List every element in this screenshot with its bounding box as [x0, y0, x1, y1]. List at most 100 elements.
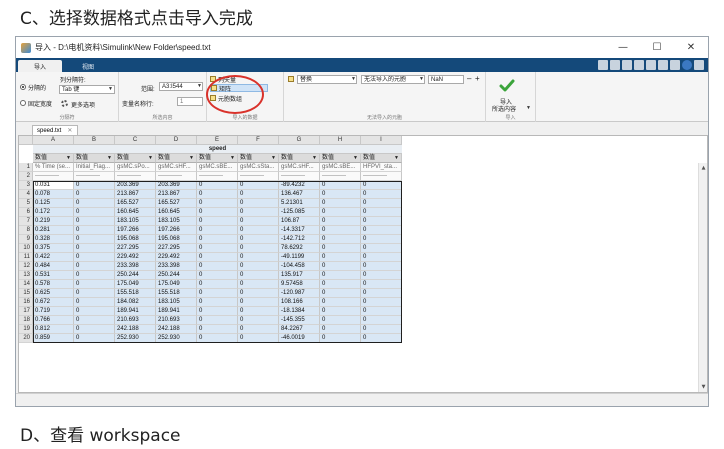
- table-cell[interactable]: 0.375: [33, 244, 74, 253]
- redo-icon[interactable]: [658, 60, 668, 70]
- table-cell[interactable]: 250.244: [115, 271, 156, 280]
- table-cell[interactable]: 0.625: [33, 289, 74, 298]
- row-number[interactable]: 5: [19, 199, 33, 208]
- table-cell[interactable]: 78.6292: [279, 244, 320, 253]
- unimportable-dropdown[interactable]: 无法导入的元胞: [361, 75, 425, 84]
- row-number[interactable]: 2: [19, 172, 33, 181]
- table-cell[interactable]: 0: [361, 271, 402, 280]
- table-cell[interactable]: 0: [238, 280, 279, 289]
- table-cell[interactable]: 203.369: [156, 181, 197, 190]
- replace-with-input[interactable]: NaN: [428, 75, 464, 84]
- table-cell[interactable]: 0: [74, 298, 115, 307]
- table-cell[interactable]: 0: [74, 244, 115, 253]
- table-cell[interactable]: 0: [197, 271, 238, 280]
- table-cell[interactable]: 0: [74, 280, 115, 289]
- table-cell[interactable]: 0: [320, 235, 361, 244]
- table-cell[interactable]: -46.0019: [279, 334, 320, 343]
- table-cell[interactable]: 0: [197, 217, 238, 226]
- table-cell[interactable]: ------------: [361, 172, 402, 181]
- maximize-button[interactable]: ☐: [640, 37, 674, 58]
- table-cell[interactable]: 84.2267: [279, 325, 320, 334]
- table-cell[interactable]: 0: [361, 190, 402, 199]
- table-cell[interactable]: 197.266: [156, 226, 197, 235]
- table-cell[interactable]: 0.812: [33, 325, 74, 334]
- close-button[interactable]: ✕: [674, 37, 708, 58]
- table-cell[interactable]: 0.172: [33, 208, 74, 217]
- table-cell[interactable]: 0.422: [33, 253, 74, 262]
- table-cell[interactable]: 0: [238, 199, 279, 208]
- table-cell[interactable]: 108.166: [279, 298, 320, 307]
- table-cell[interactable]: 0: [197, 316, 238, 325]
- table-cell[interactable]: 227.295: [156, 244, 197, 253]
- add-rule-button[interactable]: +: [475, 74, 480, 83]
- table-cell[interactable]: Initial_Flag...: [74, 163, 115, 172]
- row-number[interactable]: 7: [19, 217, 33, 226]
- table-cell[interactable]: 0: [320, 190, 361, 199]
- paste-icon[interactable]: [634, 60, 644, 70]
- table-cell[interactable]: 0: [74, 307, 115, 316]
- table-cell[interactable]: 0: [74, 181, 115, 190]
- row-number[interactable]: 10: [19, 244, 33, 253]
- table-cell[interactable]: 213.867: [115, 190, 156, 199]
- table-cell[interactable]: ------------: [33, 172, 74, 181]
- table-cell[interactable]: 0: [320, 262, 361, 271]
- table-cell[interactable]: 0: [74, 262, 115, 271]
- column-header[interactable]: I: [361, 136, 402, 145]
- column-type-dropdown[interactable]: 数值 ▼: [361, 154, 402, 163]
- table-cell[interactable]: 0.531: [33, 271, 74, 280]
- table-cell[interactable]: 0.281: [33, 226, 74, 235]
- table-cell[interactable]: 0.719: [33, 307, 74, 316]
- remove-rule-button[interactable]: –: [467, 74, 471, 83]
- table-cell[interactable]: 0: [197, 289, 238, 298]
- fixed-width-radio[interactable]: [20, 100, 26, 106]
- table-cell[interactable]: -125.085: [279, 208, 320, 217]
- row-number[interactable]: 3: [19, 181, 33, 190]
- table-cell[interactable]: 160.645: [156, 208, 197, 217]
- table-cell[interactable]: 250.244: [156, 271, 197, 280]
- table-cell[interactable]: 189.941: [115, 307, 156, 316]
- table-cell[interactable]: 233.398: [156, 262, 197, 271]
- table-cell[interactable]: 233.398: [115, 262, 156, 271]
- table-cell[interactable]: 0: [320, 316, 361, 325]
- table-cell[interactable]: 0: [361, 325, 402, 334]
- vertical-scrollbar[interactable]: ▲ ▼: [698, 163, 707, 392]
- table-cell[interactable]: 203.369: [115, 181, 156, 190]
- table-cell[interactable]: 227.295: [115, 244, 156, 253]
- table-cell[interactable]: 0: [361, 208, 402, 217]
- table-cell[interactable]: 0: [238, 262, 279, 271]
- table-cell[interactable]: -89.4232: [279, 181, 320, 190]
- table-cell[interactable]: 0: [361, 199, 402, 208]
- table-cell[interactable]: 0: [74, 217, 115, 226]
- table-cell[interactable]: 0: [197, 208, 238, 217]
- table-cell[interactable]: 0: [320, 208, 361, 217]
- table-cell[interactable]: 210.693: [156, 316, 197, 325]
- table-cell[interactable]: 252.930: [115, 334, 156, 343]
- table-cell[interactable]: ------------: [156, 172, 197, 181]
- table-cell[interactable]: ------------: [197, 172, 238, 181]
- column-type-dropdown[interactable]: 数值 ▼: [74, 154, 115, 163]
- table-cell[interactable]: ------------: [279, 172, 320, 181]
- column-type-dropdown[interactable]: 数值 ▼: [279, 154, 320, 163]
- table-cell[interactable]: -104.458: [279, 262, 320, 271]
- column-delimiter-dropdown[interactable]: Tab 键: [59, 85, 115, 94]
- row-number[interactable]: 14: [19, 280, 33, 289]
- tab-view[interactable]: 视图: [66, 60, 110, 72]
- collapse-ribbon-icon[interactable]: [694, 60, 704, 70]
- table-cell[interactable]: 0: [320, 253, 361, 262]
- table-cell[interactable]: gsMC.sHF...: [156, 163, 197, 172]
- table-cell[interactable]: 183.105: [156, 298, 197, 307]
- replace-dropdown[interactable]: 替换: [297, 75, 357, 84]
- table-cell[interactable]: 165.527: [156, 199, 197, 208]
- minimize-button[interactable]: —: [606, 37, 640, 58]
- table-cell[interactable]: 0: [320, 217, 361, 226]
- table-cell[interactable]: 0: [238, 181, 279, 190]
- table-cell[interactable]: 9.57458: [279, 280, 320, 289]
- table-cell[interactable]: 0: [320, 289, 361, 298]
- import-selection-dropdown[interactable]: 所选内容: [492, 104, 516, 113]
- table-cell[interactable]: ------------: [74, 172, 115, 181]
- table-cell[interactable]: 0: [74, 235, 115, 244]
- cut-icon[interactable]: [610, 60, 620, 70]
- table-cell[interactable]: 0: [238, 244, 279, 253]
- doc-tab-speed[interactable]: speed.txt ✕: [32, 125, 78, 135]
- column-type-dropdown[interactable]: 数值 ▼: [115, 154, 156, 163]
